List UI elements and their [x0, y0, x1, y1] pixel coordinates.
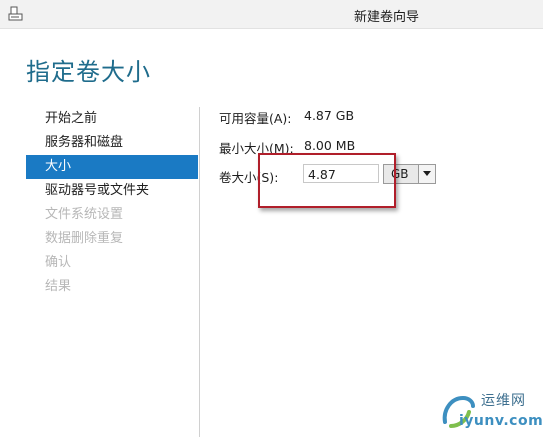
minimum-size-value: 8.00 MB — [304, 138, 356, 153]
watermark-logo: 运维网 iyunv.com — [437, 388, 543, 436]
nav-item-server-and-disk[interactable]: 服务器和磁盘 — [26, 131, 198, 155]
highlight-box — [258, 153, 396, 208]
nav-item-file-system: 文件系统设置 — [45, 207, 124, 222]
page-title: 指定卷大小 — [26, 58, 151, 86]
nav-item-confirmation: 确认 — [45, 255, 72, 270]
chevron-down-icon — [423, 171, 431, 176]
available-capacity-value: 4.87 GB — [304, 108, 355, 123]
watermark-cn-text: 运维网 — [481, 393, 526, 409]
nav-item-before-you-begin[interactable]: 开始之前 — [26, 107, 198, 131]
wizard-nav: 开始之前 服务器和磁盘 大小 驱动器号或文件夹 文件系统设置 数据删除重复 确认… — [26, 107, 198, 299]
nav-item-deduplication: 数据删除重复 — [45, 231, 124, 246]
nav-item-results: 结果 — [45, 279, 72, 294]
nav-item-drive-letter[interactable]: 驱动器号或文件夹 — [26, 179, 198, 203]
window-title: 新建卷向导 — [353, 10, 419, 25]
nav-divider — [199, 107, 200, 437]
nav-item-size[interactable]: 大小 — [26, 155, 198, 179]
dropdown-arrow[interactable] — [418, 165, 435, 183]
title-bar: 新建卷向导 — [0, 0, 543, 29]
available-capacity-label: 可用容量(A): — [219, 111, 292, 126]
watermark-en-text: iyunv.com — [459, 413, 543, 429]
